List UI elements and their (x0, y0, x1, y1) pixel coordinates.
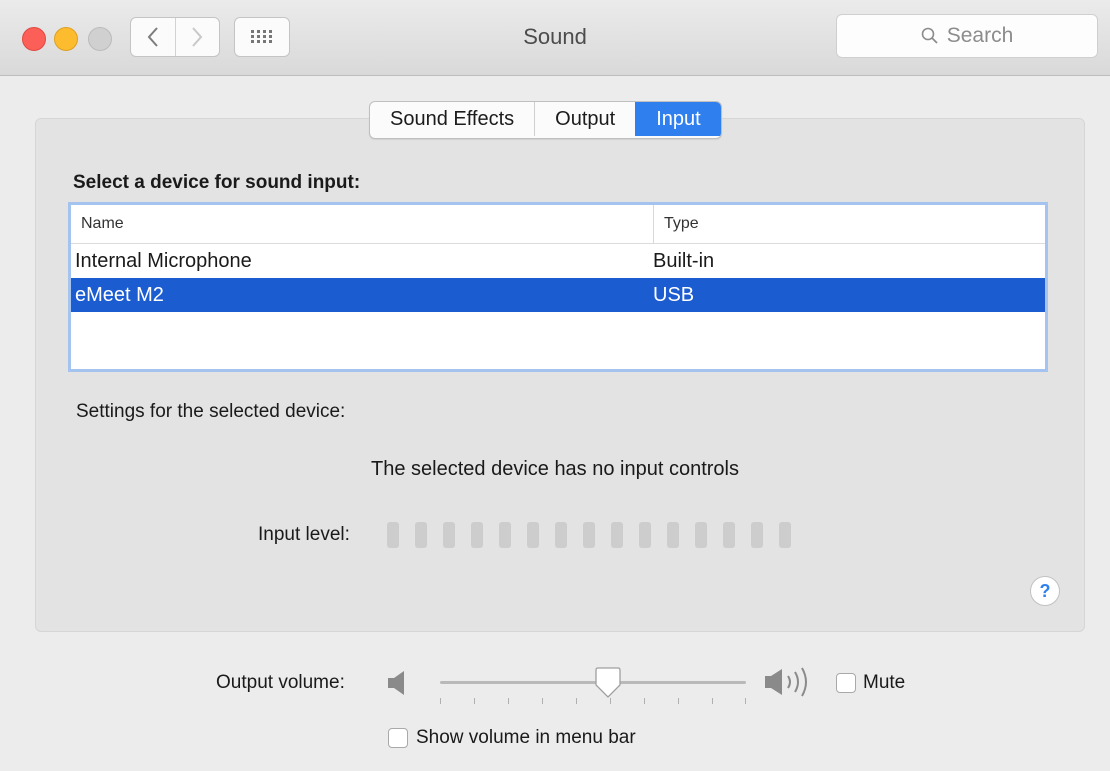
search-icon (921, 27, 938, 44)
forward-button[interactable] (174, 18, 220, 56)
device-name: eMeet M2 (75, 283, 164, 306)
slider-tick (712, 698, 713, 704)
slider-thumb[interactable] (593, 667, 623, 699)
tab-input[interactable]: Input (635, 102, 721, 136)
input-level-segment (695, 522, 707, 548)
input-level-segment (751, 522, 763, 548)
close-button[interactable] (22, 27, 46, 51)
input-level-label: Input level: (258, 524, 350, 545)
navigation-buttons (130, 17, 220, 57)
back-icon (147, 27, 158, 47)
grid-icon (251, 30, 272, 43)
input-level-segment (779, 522, 791, 548)
input-level-segment (555, 522, 567, 548)
device-section-label: Select a device for sound input: (73, 172, 361, 193)
input-panel (35, 118, 1085, 632)
input-level-segment (723, 522, 735, 548)
no-controls-message: The selected device has no input control… (371, 458, 739, 480)
zoom-button[interactable] (88, 27, 112, 51)
slider-tick (542, 698, 543, 704)
speaker-high-icon (765, 667, 807, 697)
back-button[interactable] (131, 18, 175, 56)
input-level-meter (387, 522, 791, 548)
title-bar: Sound Search (0, 0, 1110, 76)
speaker-low-icon (388, 671, 404, 695)
show-all-button[interactable] (234, 17, 290, 57)
slider-tick (576, 698, 577, 704)
device-table[interactable]: Name Type Internal Microphone Built-in e… (68, 202, 1048, 372)
input-level-segment (527, 522, 539, 548)
tab-sound-effects[interactable]: Sound Effects (370, 102, 534, 136)
search-placeholder: Search (946, 24, 1014, 47)
slider-tick (508, 698, 509, 704)
slider-tick (440, 698, 441, 704)
input-level-segment (611, 522, 623, 548)
input-level-segment (639, 522, 651, 548)
show-volume-checkbox[interactable] (388, 728, 408, 748)
help-icon: ? (1039, 580, 1051, 601)
slider-tick (474, 698, 475, 704)
table-header: Name Type (71, 205, 1045, 244)
mute-label: Mute (863, 672, 906, 693)
input-level-segment (443, 522, 455, 548)
tab-bar: Sound Effects Output Input (369, 101, 722, 139)
slider-tick (678, 698, 679, 704)
column-header-type[interactable]: Type (653, 205, 1045, 243)
mute-option[interactable]: Mute (836, 672, 905, 694)
device-type: USB (653, 283, 695, 306)
input-level-segment (415, 522, 427, 548)
show-volume-option[interactable]: Show volume in menu bar (388, 727, 636, 749)
help-button[interactable]: ? (1030, 576, 1060, 606)
search-field[interactable]: Search (836, 14, 1098, 58)
settings-label: Settings for the selected device: (76, 401, 346, 422)
minimize-button[interactable] (54, 27, 78, 51)
mute-checkbox[interactable] (836, 673, 856, 693)
column-header-name[interactable]: Name (71, 205, 653, 243)
slider-tick (644, 698, 645, 704)
input-level-segment (387, 522, 399, 548)
input-level-segment (667, 522, 679, 548)
input-level-segment (583, 522, 595, 548)
window-title: Sound (523, 24, 587, 49)
forward-icon (192, 27, 203, 47)
output-volume-label: Output volume: (216, 672, 345, 693)
slider-tick (745, 698, 746, 704)
table-row-selected[interactable]: eMeet M2 USB (71, 278, 1045, 312)
device-type: Built-in (653, 249, 715, 272)
input-level-segment (471, 522, 483, 548)
output-volume-slider[interactable] (440, 666, 746, 710)
tab-output[interactable]: Output (534, 102, 635, 136)
input-level-segment (499, 522, 511, 548)
device-name: Internal Microphone (75, 249, 252, 272)
show-volume-label: Show volume in menu bar (416, 727, 636, 748)
table-row[interactable]: Internal Microphone Built-in (71, 244, 1045, 278)
